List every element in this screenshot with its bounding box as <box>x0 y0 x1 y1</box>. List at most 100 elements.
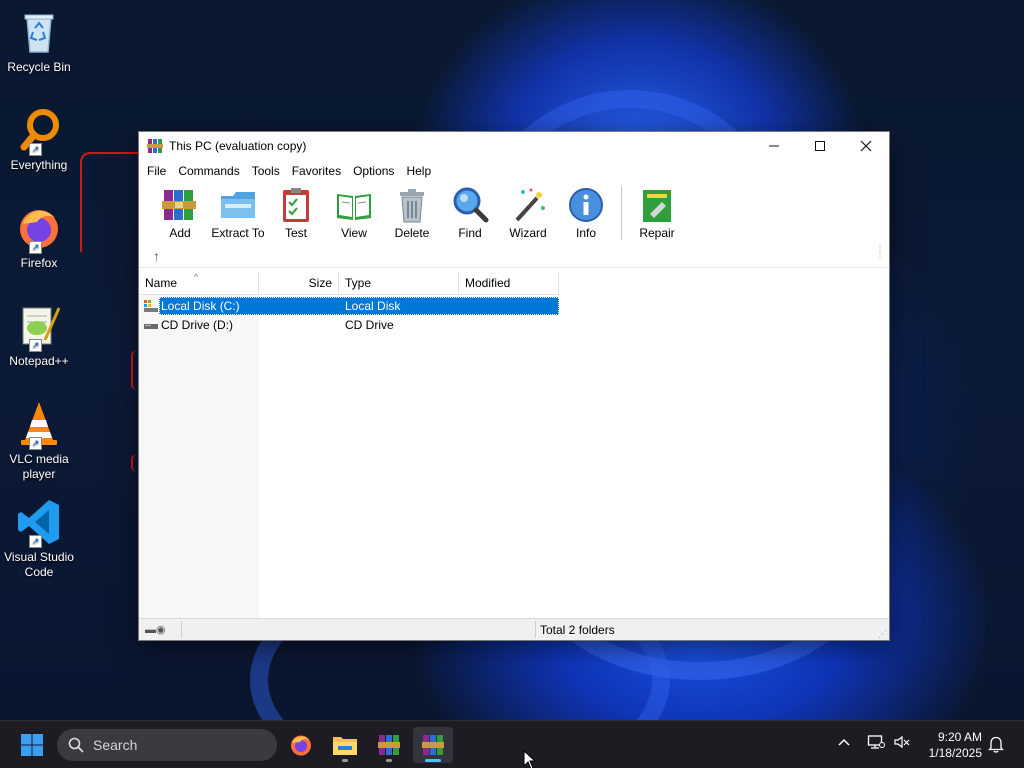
winrar-window: This PC (evaluation copy) File Commands … <box>138 131 890 641</box>
column-header-modified[interactable]: Modified <box>459 272 559 295</box>
running-indicator <box>342 759 348 762</box>
extract-to-button[interactable]: Extract To <box>209 186 267 240</box>
menu-help[interactable]: Help <box>400 164 437 178</box>
minimize-icon <box>769 145 779 147</box>
menu-bar: File Commands Tools Favorites Options He… <box>139 160 889 182</box>
column-header-label: Size <box>308 276 332 290</box>
toolbar-separator <box>621 186 622 240</box>
column-header-type[interactable]: Type <box>339 272 459 295</box>
table-row[interactable]: Local Disk (C:) Local Disk <box>141 297 559 315</box>
find-button[interactable]: Find <box>441 186 499 240</box>
address-bar-grip: ⋮ ⋮ <box>875 243 885 260</box>
desktop-icon-firefox[interactable]: ↗ Firefox <box>0 204 78 271</box>
add-archive-icon <box>162 190 196 220</box>
winrar-app-icon <box>147 139 163 153</box>
desktop-icon-label: Visual Studio Code <box>4 550 74 579</box>
up-folder-icon[interactable]: ↑ <box>153 248 160 264</box>
hard-drive-icon <box>144 300 158 312</box>
toolbar-label: Delete <box>394 226 430 240</box>
notepad-plus-plus-icon: ↗ <box>15 302 63 352</box>
add-button[interactable]: Add <box>151 186 209 240</box>
active-indicator <box>425 759 441 762</box>
desktop-icon-notepad-plus-plus[interactable]: ↗ Notepad++ <box>0 302 78 369</box>
wizard-wand-icon <box>515 188 545 222</box>
show-hidden-icons-button[interactable] <box>836 734 852 753</box>
desktop-icon-recycle-bin[interactable]: Recycle Bin <box>0 8 78 75</box>
search-icon <box>68 737 84 753</box>
toolbar-label: Info <box>575 226 596 240</box>
desktop-icon-vscode[interactable]: ↗ Visual Studio Code <box>0 498 78 580</box>
winrar-icon <box>422 735 444 755</box>
desktop-icon-label: Firefox <box>20 256 58 270</box>
row-name: Local Disk (C:) <box>161 299 240 313</box>
toolbar-label: Find <box>458 226 482 240</box>
taskbar-firefox[interactable] <box>281 727 321 763</box>
network-icon <box>867 735 885 749</box>
status-bar: ▬◉ Total 2 folders ⋰ <box>139 618 889 640</box>
clock[interactable]: 9:20 AM 1/18/2025 <box>918 729 982 761</box>
toolbar-label: Wizard <box>509 226 547 240</box>
info-button[interactable]: Info <box>557 186 615 240</box>
shortcut-arrow-icon: ↗ <box>29 143 42 156</box>
minimize-button[interactable] <box>751 132 797 160</box>
file-list[interactable]: Name ^ Size Type Modified Local Disk (C:… <box>139 272 889 619</box>
desktop-icon-vlc[interactable]: ↗ VLC media player <box>0 400 78 482</box>
menu-commands[interactable]: Commands <box>172 164 245 178</box>
sort-ascending-icon: ^ <box>194 272 199 282</box>
annotation-mark <box>80 152 138 252</box>
delete-button[interactable]: Delete <box>383 186 441 240</box>
desktop-icon-label: Everything <box>10 158 68 172</box>
taskbar-winrar-active[interactable] <box>413 727 453 763</box>
desktop-icon-label: Recycle Bin <box>7 60 71 74</box>
taskbar-search[interactable]: Search <box>57 729 277 761</box>
close-icon <box>860 140 872 152</box>
maximize-button[interactable] <box>797 132 843 160</box>
desktop-icon-label: VLC media player <box>9 452 69 481</box>
column-header-label: Type <box>345 276 372 290</box>
taskbar-file-explorer[interactable] <box>325 727 365 763</box>
menu-tools[interactable]: Tools <box>246 164 286 178</box>
desktop-icon-label: Notepad++ <box>9 354 69 368</box>
window-title: This PC (evaluation copy) <box>169 139 307 153</box>
resize-grip-icon[interactable]: ⋰ <box>878 623 887 645</box>
column-header-name[interactable]: Name ^ <box>139 272 259 295</box>
maximize-icon <box>815 141 825 151</box>
wizard-button[interactable]: Wizard <box>499 186 557 240</box>
close-button[interactable] <box>843 132 889 160</box>
trash-icon <box>400 189 424 223</box>
column-header-label: Modified <box>465 276 511 290</box>
row-type: Local Disk <box>345 299 401 313</box>
volume-status[interactable] <box>893 734 911 753</box>
column-header-size[interactable]: Size <box>259 272 339 295</box>
status-text: Total 2 folders <box>540 623 615 637</box>
repair-icon <box>643 190 671 222</box>
menu-options[interactable]: Options <box>347 164 400 178</box>
toolbar-label: Extract To <box>211 226 265 240</box>
row-type: CD Drive <box>345 318 394 332</box>
menu-file[interactable]: File <box>141 164 172 178</box>
folder-icon <box>333 737 357 755</box>
taskbar-winrar[interactable] <box>369 727 409 763</box>
network-status[interactable] <box>867 734 885 753</box>
table-row[interactable]: CD Drive (D:) CD Drive <box>141 316 559 334</box>
title-bar[interactable]: This PC (evaluation copy) <box>139 132 889 160</box>
info-icon <box>569 188 603 222</box>
magnifier-icon <box>453 187 489 223</box>
test-button[interactable]: Test <box>267 186 325 240</box>
mouse-cursor-icon <box>523 750 537 768</box>
status-divider <box>181 621 182 638</box>
menu-favorites[interactable]: Favorites <box>286 164 347 178</box>
start-button[interactable] <box>12 727 52 763</box>
repair-button[interactable]: Repair <box>628 186 686 240</box>
toolbar-label: Repair <box>639 226 675 240</box>
desktop-icon-everything[interactable]: ↗ Everything <box>0 106 78 173</box>
cd-drive-icon <box>144 324 158 329</box>
everything-icon: ↗ <box>15 106 63 156</box>
notifications-button[interactable] <box>987 735 1005 756</box>
drive-status-icon: ▬◉ <box>145 624 166 636</box>
toolbar-label: Test <box>284 226 307 240</box>
toolbar-label: Add <box>169 226 191 240</box>
firefox-icon <box>291 735 311 756</box>
view-button[interactable]: View <box>325 186 383 240</box>
column-header-label: Name <box>145 276 178 290</box>
